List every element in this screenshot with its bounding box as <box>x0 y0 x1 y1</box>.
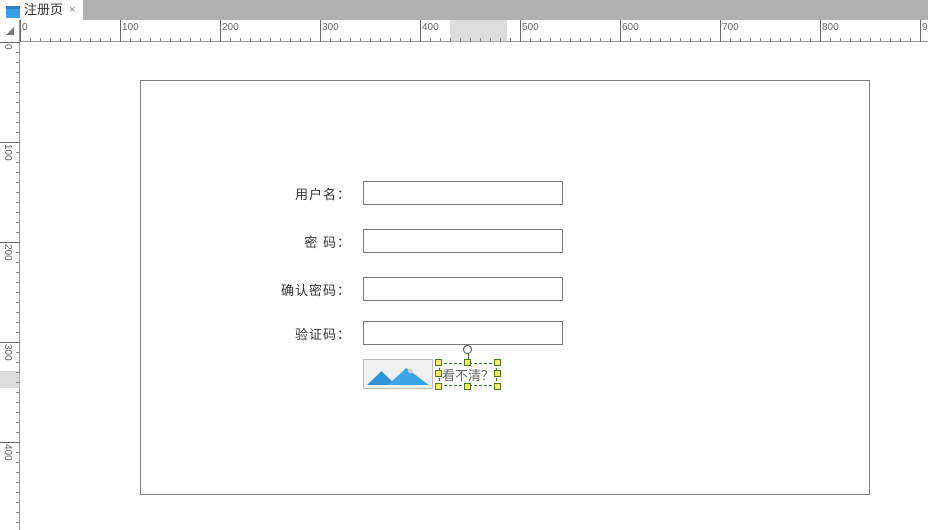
resize-handle-mr[interactable] <box>494 370 501 377</box>
resize-handle-tr[interactable] <box>494 359 501 366</box>
tab-bar: 注册页 × <box>0 0 928 20</box>
label-captcha: 验证码： <box>271 324 351 343</box>
captcha-image-placeholder[interactable] <box>363 359 433 389</box>
row-password: 密 码： <box>271 229 563 253</box>
design-canvas[interactable]: 用户名： 密 码： 确认密码： 验证码： <box>20 42 928 530</box>
input-password[interactable] <box>363 229 563 253</box>
rotation-handle[interactable] <box>463 345 472 354</box>
row-captcha-image: 看不清？ <box>363 359 497 389</box>
input-captcha[interactable] <box>363 321 563 345</box>
input-username[interactable] <box>363 181 563 205</box>
row-username: 用户名： <box>271 181 563 205</box>
horizontal-ruler: 01002003004005006007008009 <box>0 20 928 42</box>
tab-title: 注册页 <box>24 0 63 20</box>
resize-handle-ml[interactable] <box>435 370 442 377</box>
resize-handle-bl[interactable] <box>435 383 442 390</box>
tab-register-page[interactable]: 注册页 × <box>0 0 84 20</box>
label-password: 密 码： <box>271 232 351 251</box>
input-confirm-password[interactable] <box>363 277 563 301</box>
page-frame[interactable]: 用户名： 密 码： 确认密码： 验证码： <box>140 80 870 495</box>
row-captcha: 验证码： <box>271 321 563 345</box>
editor-main: 0100200300400 用户名： 密 码： 确认密码： 验证码： <box>0 42 928 530</box>
row-confirm-password: 确认密码： <box>271 277 563 301</box>
resize-handle-bm[interactable] <box>464 383 471 390</box>
label-username: 用户名： <box>271 184 351 203</box>
selected-element[interactable]: 看不清？ <box>439 363 497 386</box>
resize-handle-tl[interactable] <box>435 359 442 366</box>
label-confirm-password: 确认密码： <box>271 280 351 299</box>
close-icon[interactable]: × <box>69 0 75 20</box>
image-placeholder-icon <box>367 367 429 385</box>
vertical-ruler: 0100200300400 <box>0 42 20 530</box>
resize-handle-tm[interactable] <box>464 359 471 366</box>
ruler-corner <box>0 20 20 42</box>
resize-handle-br[interactable] <box>494 383 501 390</box>
page-icon <box>6 4 20 16</box>
